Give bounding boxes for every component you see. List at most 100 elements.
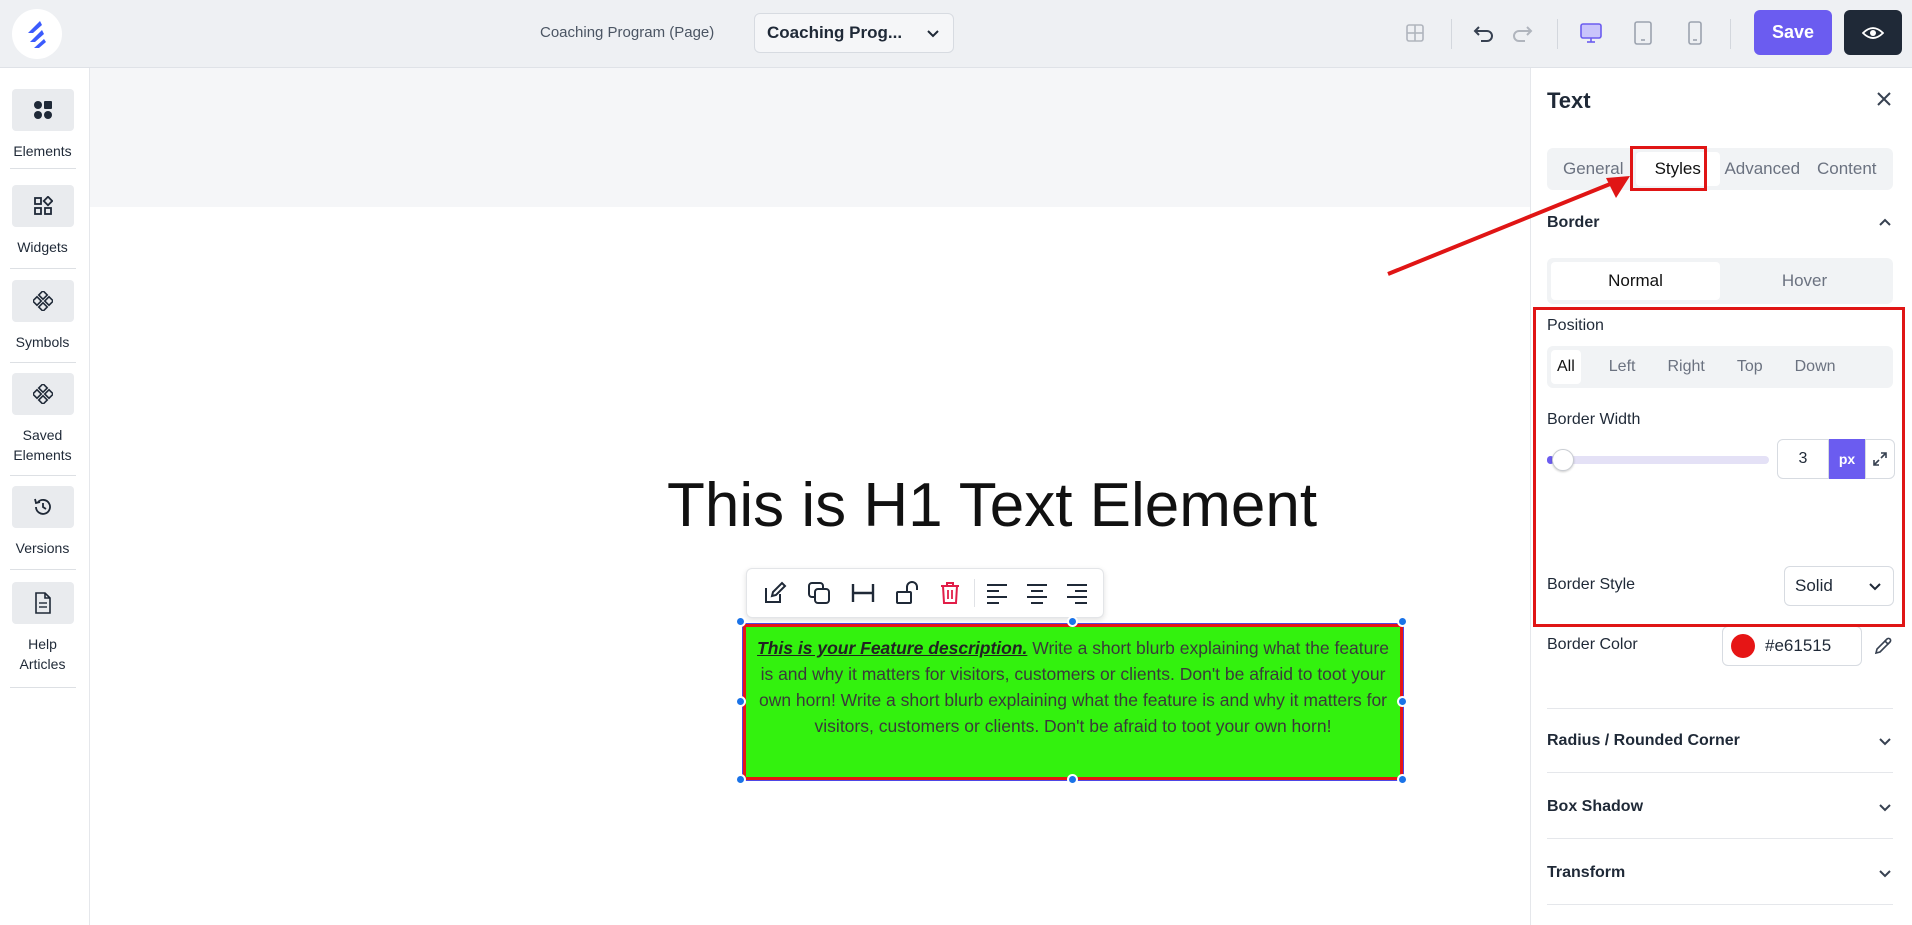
tab-advanced[interactable]: Advanced — [1720, 152, 1805, 186]
resize-handle[interactable] — [735, 616, 746, 627]
widgets-icon — [11, 185, 74, 227]
panel-title: Text — [1547, 88, 1591, 113]
feature-heading: This is your Feature description. — [757, 638, 1028, 658]
transform-section-header[interactable]: Transform — [1547, 864, 1893, 882]
align-left-icon[interactable] — [977, 571, 1017, 615]
preview-button[interactable] — [1844, 10, 1902, 55]
toolbar-divider — [1557, 19, 1558, 49]
toolbar-divider — [1451, 19, 1452, 49]
border-color-value: #e61515 — [1765, 636, 1832, 655]
redo-icon[interactable] — [1510, 20, 1536, 46]
position-right[interactable]: Right — [1661, 350, 1710, 384]
sidebar-item-elements[interactable]: Elements — [0, 89, 85, 161]
grid-icon[interactable] — [1402, 20, 1428, 46]
page-canvas[interactable]: This is H1 Text Element This is your Fea… — [90, 68, 1530, 925]
position-label: Position — [1547, 317, 1604, 334]
section-divider — [1547, 772, 1893, 773]
border-width-slider[interactable] — [1547, 449, 1769, 471]
full-width-icon[interactable] — [841, 571, 885, 615]
expand-icon[interactable] — [1865, 439, 1895, 479]
unlock-icon[interactable] — [885, 571, 929, 615]
elements-icon — [11, 89, 74, 131]
border-width-input[interactable]: 3 — [1777, 439, 1829, 479]
eye-icon — [1862, 26, 1884, 39]
state-hover[interactable]: Hover — [1720, 262, 1889, 300]
position-top[interactable]: Top — [1731, 350, 1769, 384]
sidebar-item-label: Versions — [15, 540, 70, 556]
resize-handle[interactable] — [735, 774, 746, 785]
eyedropper-icon[interactable] — [1871, 634, 1895, 658]
chevron-down-icon — [927, 30, 939, 38]
resize-handle[interactable] — [1397, 616, 1408, 627]
resize-handle[interactable] — [1067, 616, 1078, 627]
resize-handle[interactable] — [1397, 696, 1408, 707]
desktop-view-icon[interactable] — [1578, 20, 1604, 46]
tablet-view-icon[interactable] — [1630, 20, 1656, 46]
symbols-icon — [11, 280, 74, 322]
mobile-view-icon[interactable] — [1682, 20, 1708, 46]
sidebar-divider — [10, 569, 76, 570]
border-color-input[interactable]: #e61515 — [1722, 626, 1862, 666]
sidebar-divider — [10, 475, 76, 476]
sidebar-item-label: Saved Elements — [13, 427, 72, 463]
tab-styles[interactable]: Styles — [1635, 152, 1720, 186]
toolbar-divider — [974, 579, 976, 607]
color-swatch[interactable] — [1731, 634, 1755, 658]
sidebar-item-versions[interactable]: Versions — [0, 486, 85, 558]
edit-icon[interactable] — [753, 571, 797, 615]
feature-text-element[interactable]: This is your Feature description. Write … — [742, 623, 1404, 781]
sidebar-divider — [10, 168, 76, 169]
delete-icon[interactable] — [929, 571, 973, 615]
chevron-down-icon — [1879, 870, 1891, 878]
resize-handle[interactable] — [735, 696, 746, 707]
radius-section-header[interactable]: Radius / Rounded Corner — [1547, 732, 1893, 750]
border-style-select[interactable]: Solid — [1784, 566, 1894, 606]
tab-content[interactable]: Content — [1805, 152, 1890, 186]
canvas-header-section[interactable] — [90, 68, 1530, 207]
close-icon[interactable] — [1873, 88, 1895, 110]
unit-selector[interactable]: px — [1829, 439, 1865, 479]
border-width-label: Border Width — [1547, 411, 1641, 428]
saved-elements-icon — [11, 373, 74, 415]
sidebar-item-saved-elements[interactable]: Saved Elements — [0, 373, 85, 465]
box-shadow-section-header[interactable]: Box Shadow — [1547, 798, 1893, 816]
duplicate-icon[interactable] — [797, 571, 841, 615]
sidebar-item-label: Help Articles — [19, 636, 66, 672]
section-divider — [1547, 838, 1893, 839]
toolbar-divider — [1730, 19, 1731, 49]
sidebar-item-label: Symbols — [15, 334, 70, 350]
sidebar-item-widgets[interactable]: Widgets — [0, 185, 85, 257]
slider-thumb[interactable] — [1552, 449, 1574, 471]
history-icon — [11, 486, 74, 528]
border-style-value: Solid — [1795, 576, 1833, 595]
position-down[interactable]: Down — [1789, 350, 1842, 384]
top-bar: Coaching Program (Page) Coaching Prog...… — [0, 0, 1912, 68]
sidebar-divider — [10, 268, 76, 269]
app-logo[interactable] — [12, 9, 62, 59]
section-title: Box Shadow — [1547, 798, 1644, 815]
sidebar-item-symbols[interactable]: Symbols — [0, 280, 85, 352]
undo-icon[interactable] — [1470, 20, 1496, 46]
sidebar-divider — [10, 362, 76, 363]
align-center-icon[interactable] — [1017, 571, 1057, 615]
h1-text-element[interactable]: This is H1 Text Element — [667, 470, 1317, 541]
resize-handle[interactable] — [1397, 774, 1408, 785]
border-style-label: Border Style — [1547, 576, 1636, 593]
chevron-up-icon — [1879, 218, 1891, 226]
position-all[interactable]: All — [1551, 350, 1581, 384]
section-divider — [1547, 708, 1893, 709]
document-icon — [11, 582, 74, 624]
page-name: Coaching Program (Page) — [540, 24, 715, 41]
sidebar-item-help-articles[interactable]: Help Articles — [0, 582, 85, 674]
sidebar-divider — [10, 687, 76, 688]
chevron-down-icon — [1879, 804, 1891, 812]
annotation-arrow — [1387, 176, 1630, 276]
save-button[interactable]: Save — [1754, 10, 1832, 55]
sidebar-item-label: Elements — [13, 143, 72, 159]
page-select-value: Coaching Prog... — [767, 23, 903, 42]
position-selector: All Left Right Top Down — [1547, 346, 1893, 388]
page-select[interactable]: Coaching Prog... — [754, 13, 954, 53]
position-left[interactable]: Left — [1603, 350, 1642, 384]
resize-handle[interactable] — [1067, 774, 1078, 785]
align-right-icon[interactable] — [1057, 571, 1097, 615]
